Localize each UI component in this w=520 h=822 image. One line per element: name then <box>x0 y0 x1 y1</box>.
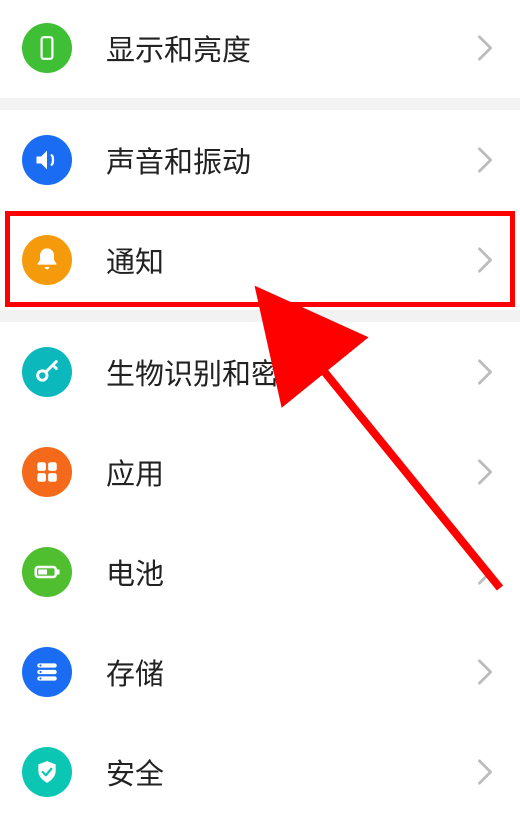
sound-icon <box>22 135 72 185</box>
settings-row-label: 生物识别和密码 <box>106 351 478 393</box>
settings-row-display[interactable]: 显示和亮度 <box>0 0 520 98</box>
settings-group: 生物识别和密码 应用 <box>0 322 520 822</box>
chevron-right-icon <box>478 559 492 585</box>
settings-row-apps[interactable]: 应用 <box>0 422 520 522</box>
battery-icon <box>22 547 72 597</box>
chevron-right-icon <box>478 459 492 485</box>
settings-row-security[interactable]: 安全 <box>0 722 520 822</box>
chevron-right-icon <box>478 247 492 273</box>
settings-row-label: 安全 <box>106 751 478 793</box>
settings-row-label: 显示和亮度 <box>106 27 478 69</box>
settings-row-biometrics[interactable]: 生物识别和密码 <box>0 322 520 422</box>
settings-row-battery[interactable]: 电池 <box>0 522 520 622</box>
chevron-right-icon <box>478 659 492 685</box>
settings-row-label: 通知 <box>106 239 478 281</box>
settings-row-notifications[interactable]: 通知 <box>0 210 520 310</box>
chevron-right-icon <box>478 35 492 61</box>
key-icon <box>22 347 72 397</box>
bell-icon <box>22 235 72 285</box>
settings-row-label: 应用 <box>106 451 478 493</box>
settings-row-storage[interactable]: 存储 <box>0 622 520 722</box>
storage-icon <box>22 647 72 697</box>
group-divider <box>0 310 520 322</box>
shield-icon <box>22 747 72 797</box>
settings-list: 显示和亮度 声音和振动 <box>0 0 520 822</box>
settings-row-label: 电池 <box>106 551 478 593</box>
settings-group: 显示和亮度 <box>0 0 520 98</box>
settings-row-sound[interactable]: 声音和振动 <box>0 110 520 210</box>
settings-row-label: 存储 <box>106 651 478 693</box>
settings-row-label: 声音和振动 <box>106 139 478 181</box>
chevron-right-icon <box>478 359 492 385</box>
apps-icon <box>22 447 72 497</box>
chevron-right-icon <box>478 759 492 785</box>
chevron-right-icon <box>478 147 492 173</box>
group-divider <box>0 98 520 110</box>
settings-group: 声音和振动 通知 <box>0 110 520 310</box>
display-icon <box>22 23 72 73</box>
